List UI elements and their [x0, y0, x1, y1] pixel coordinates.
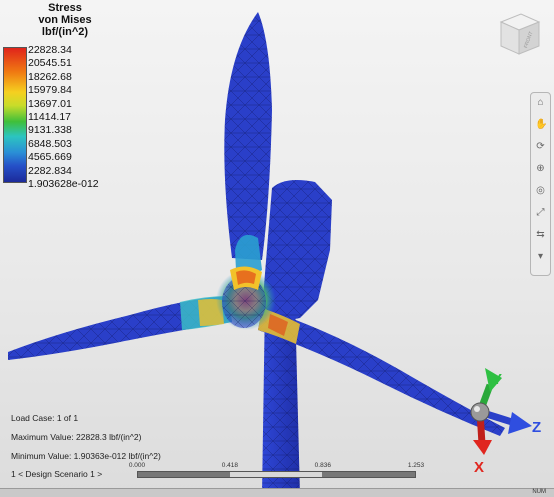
axis-triad[interactable]: Y Z X	[470, 368, 541, 476]
orbit-icon[interactable]: ⟳	[535, 141, 546, 152]
legend-title-line3: lbf/(in^2)	[41, 26, 89, 38]
walk-icon[interactable]: ⇆	[535, 229, 546, 240]
legend-value: 4565.669	[28, 151, 72, 164]
zoom-icon[interactable]: ⊕	[535, 163, 546, 174]
max-value-text: Maximum Value: 22828.3 lbf/(in^2)	[11, 432, 142, 442]
legend-value: 11414.17	[28, 111, 72, 124]
blade-upper	[224, 12, 272, 275]
legend-value: 9131.338	[28, 124, 72, 137]
pan-icon[interactable]: ✋	[535, 119, 547, 130]
fit-icon[interactable]: ⤢	[535, 207, 546, 218]
navigation-bar: ⌂ ✋ ⟳ ⊕ ◎ ⤢ ⇆ ▾	[530, 92, 551, 276]
home-icon[interactable]: ⌂	[535, 97, 546, 108]
axis-x-label: X	[474, 459, 484, 476]
legend-value: 20545.51	[28, 57, 72, 70]
legend-value: 18262.68	[28, 70, 72, 83]
legend-value: 13697.01	[28, 97, 72, 110]
min-value-text: Minimum Value: 1.90363e-012 lbf/(in^2)	[11, 451, 161, 461]
load-case-text: Load Case: 1 of 1	[11, 413, 79, 423]
scale-tick: 0.418	[221, 462, 239, 469]
scale-tick: 1.253	[407, 462, 425, 469]
num-lock-indicator: NUM	[532, 489, 546, 495]
legend-title: Stress von Mises lbf/(in^2)	[34, 2, 96, 38]
scale-tick: 0.836	[314, 462, 331, 469]
design-scenario-selector[interactable]: 1 < Design Scenario 1 >	[11, 469, 102, 479]
view-cube[interactable]: FRONT	[487, 2, 549, 64]
legend-values: 22828.34 20545.51 18262.68 15979.84 1369…	[28, 44, 99, 191]
look-icon[interactable]: ◎	[535, 185, 546, 196]
stress-colorbar	[3, 47, 27, 183]
legend-value: 2282.834	[28, 164, 72, 177]
scale-tick: 0.000	[128, 462, 146, 469]
legend-title-line2: von Mises	[38, 14, 92, 26]
legend-value: 6848.503	[28, 137, 72, 150]
blade-left	[8, 296, 232, 360]
legend-value: 1.903628e-012	[28, 178, 99, 191]
legend-value: 15979.84	[28, 84, 72, 97]
settings-icon[interactable]: ▾	[535, 251, 546, 262]
axis-z-label: Z	[532, 419, 541, 436]
legend-value: 22828.34	[28, 44, 72, 56]
legend-title-line1: Stress	[48, 2, 82, 14]
axis-y-label: Y	[492, 371, 502, 388]
scale-bar: 0.000 0.418 0.836 1.253	[129, 462, 424, 478]
